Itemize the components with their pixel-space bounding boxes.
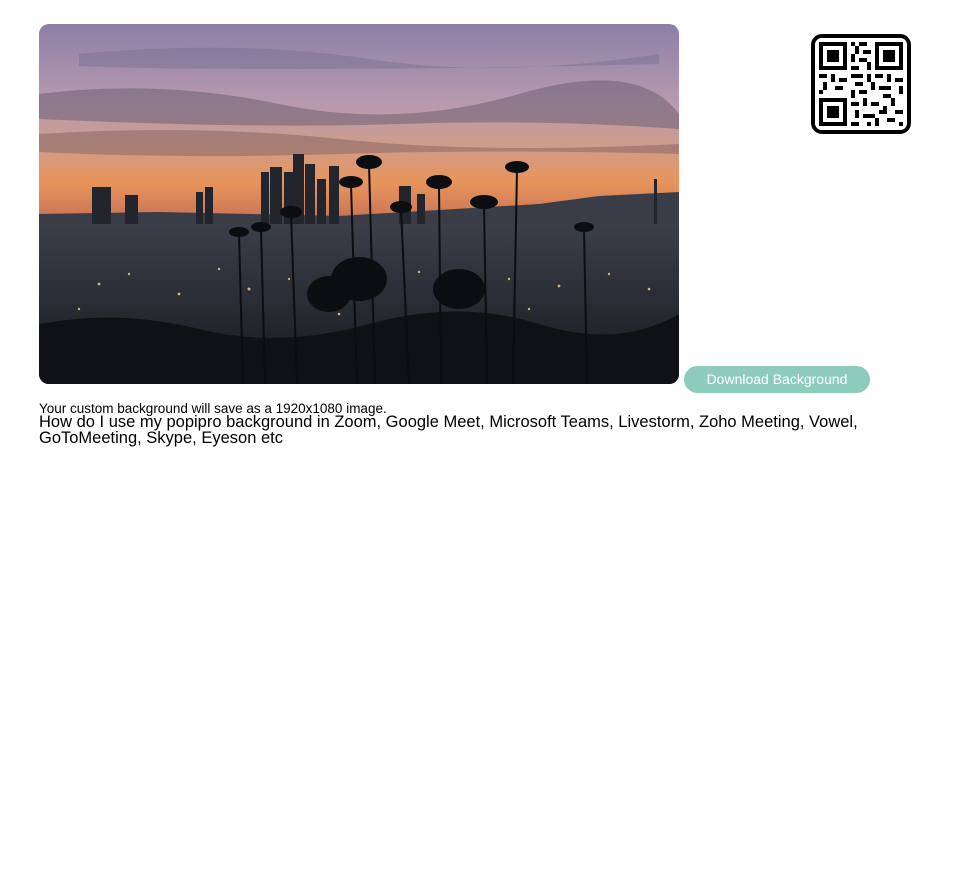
howto-heading: How do I use my popipro background in Zo… [39,413,858,447]
background-preview-image [39,24,679,384]
page: Download Background Your custom backgrou… [0,0,960,887]
download-background-button[interactable]: Download Background [684,366,870,393]
qr-code-icon [811,34,911,134]
